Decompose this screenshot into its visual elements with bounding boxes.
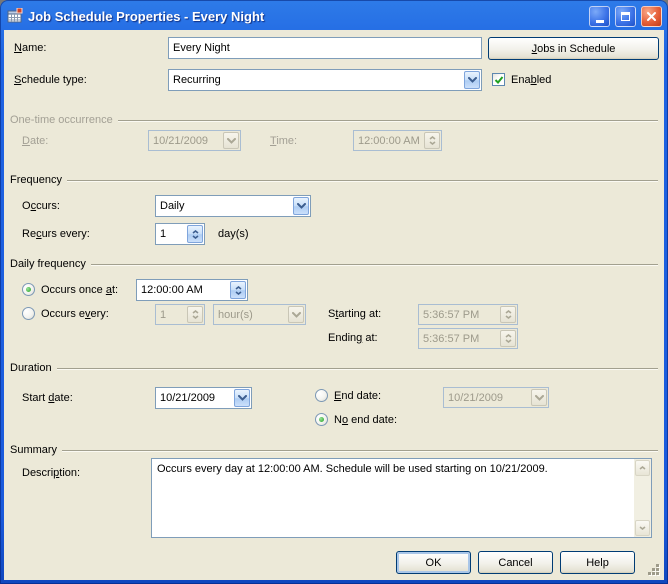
chevron-down-icon	[531, 389, 547, 406]
no-end-date-label[interactable]: No end date:	[334, 414, 397, 427]
close-button[interactable]	[641, 6, 662, 27]
title-bar[interactable]: Job Schedule Properties - Every Night	[0, 0, 668, 30]
occurs-once-radio[interactable]	[22, 283, 35, 296]
occurs-once-time-spinner[interactable]: 12:00:00 AM	[136, 279, 248, 301]
close-icon	[646, 11, 657, 22]
occurs-select[interactable]: Daily	[155, 195, 311, 217]
no-end-date-radio[interactable]	[315, 413, 328, 426]
name-label: Name:	[14, 42, 46, 55]
date-label: Date:	[22, 135, 48, 148]
description-text: Occurs every day at 12:00:00 AM. Schedul…	[152, 459, 634, 537]
start-date-select[interactable]: 10/21/2009	[155, 387, 252, 409]
group-divider	[57, 368, 658, 370]
spinner-up-down-icon[interactable]	[187, 225, 203, 243]
daily-frequency-group-label: Daily frequency	[10, 258, 91, 270]
start-date-label: Start date:	[22, 392, 73, 405]
enabled-label[interactable]: Enabled	[511, 74, 551, 87]
occurs-every-unit-value: hour(s)	[214, 309, 287, 321]
schedule-type-value: Recurring	[169, 74, 463, 86]
occurs-once-time-value: 12:00:00 AM	[137, 284, 229, 296]
maximize-icon	[621, 12, 630, 21]
occurs-every-label[interactable]: Occurs every:	[41, 308, 109, 321]
description-textarea[interactable]: Occurs every day at 12:00:00 AM. Schedul…	[151, 458, 652, 538]
one-time-time-spinner: 12:00:00 AM	[353, 130, 442, 151]
chevron-down-icon	[639, 526, 646, 530]
group-divider	[67, 180, 658, 182]
ending-at-value: 5:36:57 PM	[419, 333, 499, 345]
summary-group: Summary	[10, 443, 658, 457]
summary-group-label: Summary	[10, 444, 62, 456]
spinner-up-down-icon[interactable]	[230, 281, 246, 299]
dialog-body: Name: Jobs in Schedule Schedule type: Re…	[4, 30, 664, 580]
occurs-every-value: 1	[156, 309, 186, 321]
end-date-value: 10/21/2009	[444, 392, 530, 404]
scroll-down-button[interactable]	[635, 520, 650, 536]
ok-button[interactable]: OK	[396, 551, 471, 574]
start-date-value: 10/21/2009	[156, 392, 233, 404]
group-divider	[91, 264, 658, 266]
enabled-checkbox[interactable]	[492, 73, 505, 86]
starting-at-spinner: 5:36:57 PM	[418, 304, 518, 325]
recurs-every-value: 1	[156, 228, 186, 240]
name-input[interactable]	[168, 37, 482, 59]
occurs-every-value-spinner: 1	[155, 304, 205, 325]
one-time-occurrence-group: One-time occurrence	[10, 113, 658, 127]
spinner-up-down-icon	[187, 306, 203, 323]
check-icon	[494, 75, 504, 85]
scroll-track	[634, 477, 651, 519]
chevron-down-icon	[288, 306, 304, 323]
one-time-occurrence-group-label: One-time occurrence	[10, 114, 118, 126]
group-divider	[62, 450, 658, 452]
minimize-icon	[596, 20, 604, 23]
occurs-value: Daily	[156, 200, 292, 212]
frequency-group: Frequency	[10, 173, 658, 187]
spinner-up-down-icon	[424, 132, 440, 149]
group-divider	[118, 120, 658, 122]
starting-at-label: Starting at:	[328, 308, 381, 321]
minimize-button[interactable]	[589, 6, 610, 27]
one-time-date-select: 10/21/2009	[148, 130, 241, 151]
description-label: Description:	[22, 467, 80, 480]
description-scrollbar[interactable]	[634, 459, 651, 537]
job-schedule-properties-dialog: Job Schedule Properties - Every Night Na…	[0, 0, 668, 584]
chevron-up-icon	[639, 466, 646, 470]
starting-at-value: 5:36:57 PM	[419, 309, 499, 321]
occurs-label: Occurs:	[22, 200, 60, 213]
window-title: Job Schedule Properties - Every Night	[28, 9, 584, 24]
occurs-every-unit-select: hour(s)	[213, 304, 306, 325]
daily-frequency-group: Daily frequency	[10, 257, 658, 271]
end-date-select: 10/21/2009	[443, 387, 549, 408]
end-date-radio[interactable]	[315, 389, 328, 402]
recurs-unit-label: day(s)	[218, 228, 249, 241]
duration-group: Duration	[10, 361, 658, 375]
chevron-down-icon[interactable]	[234, 389, 250, 407]
occurs-every-radio[interactable]	[22, 307, 35, 320]
recurs-every-label: Recurs every:	[22, 228, 90, 241]
one-time-date-value: 10/21/2009	[149, 135, 222, 147]
schedule-type-select[interactable]: Recurring	[168, 69, 482, 91]
schedule-type-label: Schedule type:	[14, 74, 87, 87]
scroll-up-button[interactable]	[635, 460, 650, 476]
spinner-up-down-icon	[500, 306, 516, 323]
ending-at-label: Ending at:	[328, 332, 378, 345]
help-button[interactable]: Help	[560, 551, 635, 574]
resize-grip[interactable]	[648, 564, 662, 578]
spinner-up-down-icon	[500, 330, 516, 347]
duration-group-label: Duration	[10, 362, 57, 374]
schedule-calendar-icon	[7, 8, 23, 24]
chevron-down-icon[interactable]	[293, 197, 309, 215]
one-time-time-value: 12:00:00 AM	[354, 135, 423, 147]
jobs-in-schedule-button[interactable]: Jobs in Schedule	[488, 37, 659, 60]
occurs-once-label[interactable]: Occurs once at:	[41, 284, 118, 297]
chevron-down-icon	[223, 132, 239, 149]
end-date-label[interactable]: End date:	[334, 390, 381, 403]
recurs-every-spinner[interactable]: 1	[155, 223, 205, 245]
cancel-button[interactable]: Cancel	[478, 551, 553, 574]
maximize-button[interactable]	[615, 6, 636, 27]
chevron-down-icon[interactable]	[464, 71, 480, 89]
frequency-group-label: Frequency	[10, 174, 67, 186]
ending-at-spinner: 5:36:57 PM	[418, 328, 518, 349]
time-label: Time:	[270, 135, 297, 148]
